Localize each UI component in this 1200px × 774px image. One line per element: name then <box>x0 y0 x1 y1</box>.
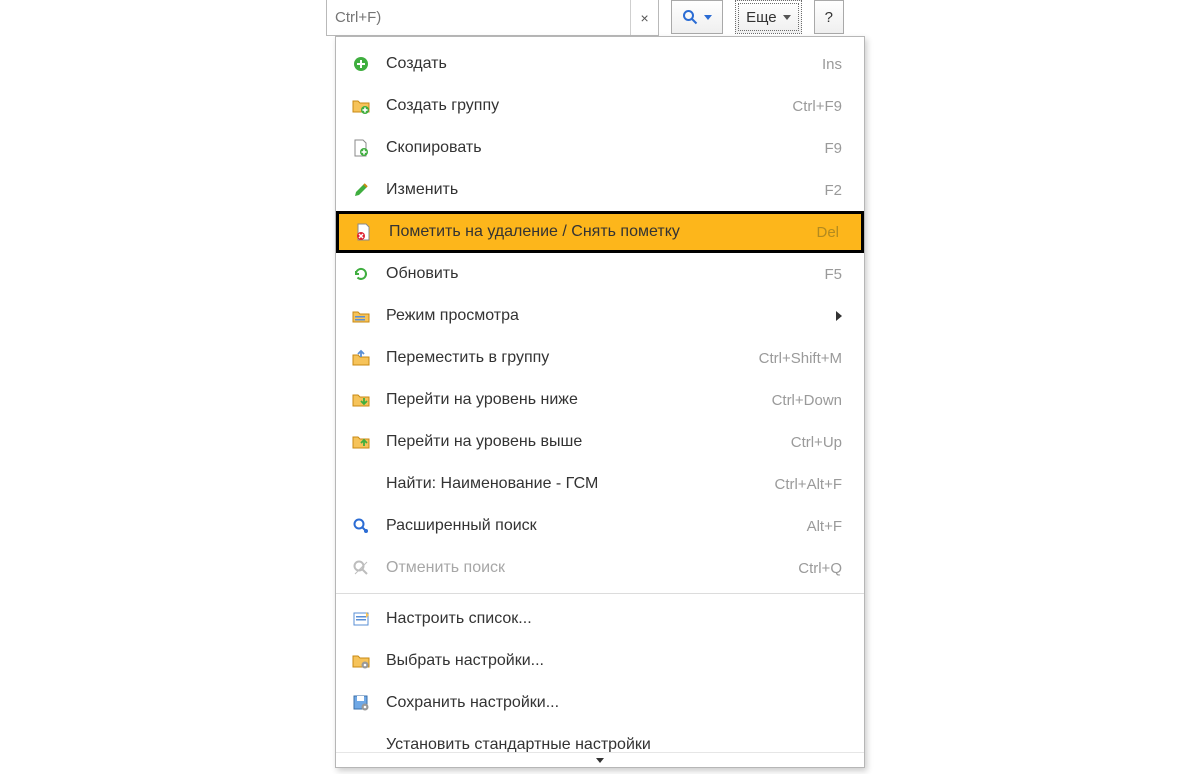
more-menu: Создать Ins Создать группу Ctrl+F9 Скопи… <box>335 36 865 768</box>
search-cancel-icon <box>350 557 372 579</box>
menu-item-shortcut: Ctrl+F9 <box>792 98 842 115</box>
menu-item-view-mode[interactable]: Режим просмотра <box>336 295 864 337</box>
menu-item-cancel-search[interactable]: Отменить поиск Ctrl+Q <box>336 547 864 589</box>
menu-item-shortcut: Alt+F <box>807 518 842 535</box>
close-icon: × <box>641 10 649 26</box>
menu-item-shortcut: F5 <box>824 266 842 283</box>
menu-item-mark-delete[interactable]: Пометить на удаление / Снять пометку Del <box>336 211 864 253</box>
more-button-label: Еще <box>746 9 777 26</box>
menu-item-label: Пометить на удаление / Снять пометку <box>389 223 806 241</box>
menu-item-label: Найти: Наименование - ГСМ <box>386 475 764 493</box>
menu-item-shortcut: Ctrl+Down <box>772 392 842 409</box>
menu-scroll-down[interactable] <box>336 752 864 767</box>
empty-icon <box>350 473 372 495</box>
magnifier-icon <box>682 9 698 25</box>
menu-item-label: Изменить <box>386 181 814 199</box>
menu-item-shortcut: Ctrl+Shift+M <box>759 350 842 367</box>
menu-item-label: Режим просмотра <box>386 307 826 325</box>
move-folder-icon <box>350 347 372 369</box>
menu-item-copy[interactable]: Скопировать F9 <box>336 127 864 169</box>
menu-item-label: Переместить в группу <box>386 349 749 367</box>
menu-item-shortcut: Ctrl+Up <box>791 434 842 451</box>
menu-item-shortcut: Ins <box>822 56 842 73</box>
search-dropdown-button[interactable] <box>671 0 723 34</box>
folder-gear-icon <box>350 650 372 672</box>
search-field-wrap: × <box>326 0 659 36</box>
menu-separator <box>336 593 864 594</box>
menu-item-save-settings[interactable]: Сохранить настройки... <box>336 682 864 724</box>
menu-item-label: Создать <box>386 55 812 73</box>
menu-item-shortcut: F2 <box>824 182 842 199</box>
menu-item-label: Перейти на уровень выше <box>386 433 781 451</box>
menu-item-choose-settings[interactable]: Выбрать настройки... <box>336 640 864 682</box>
menu-item-shortcut: Ctrl+Alt+F <box>774 476 842 493</box>
menu-item-configure-list[interactable]: Настроить список... <box>336 598 864 640</box>
file-plus-icon <box>350 137 372 159</box>
save-gear-icon <box>350 692 372 714</box>
help-button-label: ? <box>825 9 833 26</box>
search-clear-button[interactable]: × <box>630 0 658 35</box>
menu-item-label: Скопировать <box>386 139 814 157</box>
menu-item-shortcut: Del <box>816 224 839 241</box>
folder-up-icon <box>350 431 372 453</box>
plus-circle-icon <box>350 53 372 75</box>
menu-item-label: Настроить список... <box>386 610 842 628</box>
menu-item-label: Обновить <box>386 265 814 283</box>
menu-item-edit[interactable]: Изменить F2 <box>336 169 864 211</box>
menu-item-label: Создать группу <box>386 97 782 115</box>
menu-item-level-down[interactable]: Перейти на уровень ниже Ctrl+Down <box>336 379 864 421</box>
menu-item-label: Отменить поиск <box>386 559 788 577</box>
menu-item-find[interactable]: Найти: Наименование - ГСМ Ctrl+Alt+F <box>336 463 864 505</box>
list-config-icon <box>350 608 372 630</box>
menu-item-shortcut: F9 <box>824 140 842 157</box>
search-adv-icon <box>350 515 372 537</box>
search-input[interactable] <box>327 0 630 35</box>
chevron-down-icon <box>596 758 604 763</box>
more-button[interactable]: Еще <box>735 0 802 34</box>
view-mode-icon <box>350 305 372 327</box>
refresh-icon <box>350 263 372 285</box>
menu-item-label: Сохранить настройки... <box>386 694 842 712</box>
menu-item-label: Перейти на уровень ниже <box>386 391 762 409</box>
toolbar: × Еще ? <box>326 0 844 36</box>
menu-item-shortcut: Ctrl+Q <box>798 560 842 577</box>
menu-item-refresh[interactable]: Обновить F5 <box>336 253 864 295</box>
help-button[interactable]: ? <box>814 0 844 34</box>
menu-item-label: Выбрать настройки... <box>386 652 842 670</box>
menu-item-create[interactable]: Создать Ins <box>336 43 864 85</box>
pencil-icon <box>350 179 372 201</box>
menu-item-create-group[interactable]: Создать группу Ctrl+F9 <box>336 85 864 127</box>
menu-item-label: Расширенный поиск <box>386 517 797 535</box>
chevron-down-icon <box>783 15 791 20</box>
folder-down-icon <box>350 389 372 411</box>
file-delete-icon <box>353 221 375 243</box>
chevron-right-icon <box>836 308 842 325</box>
chevron-down-icon <box>704 15 712 20</box>
folder-plus-icon <box>350 95 372 117</box>
menu-item-move-group[interactable]: Переместить в группу Ctrl+Shift+M <box>336 337 864 379</box>
menu-item-level-up[interactable]: Перейти на уровень выше Ctrl+Up <box>336 421 864 463</box>
menu-item-advanced-search[interactable]: Расширенный поиск Alt+F <box>336 505 864 547</box>
